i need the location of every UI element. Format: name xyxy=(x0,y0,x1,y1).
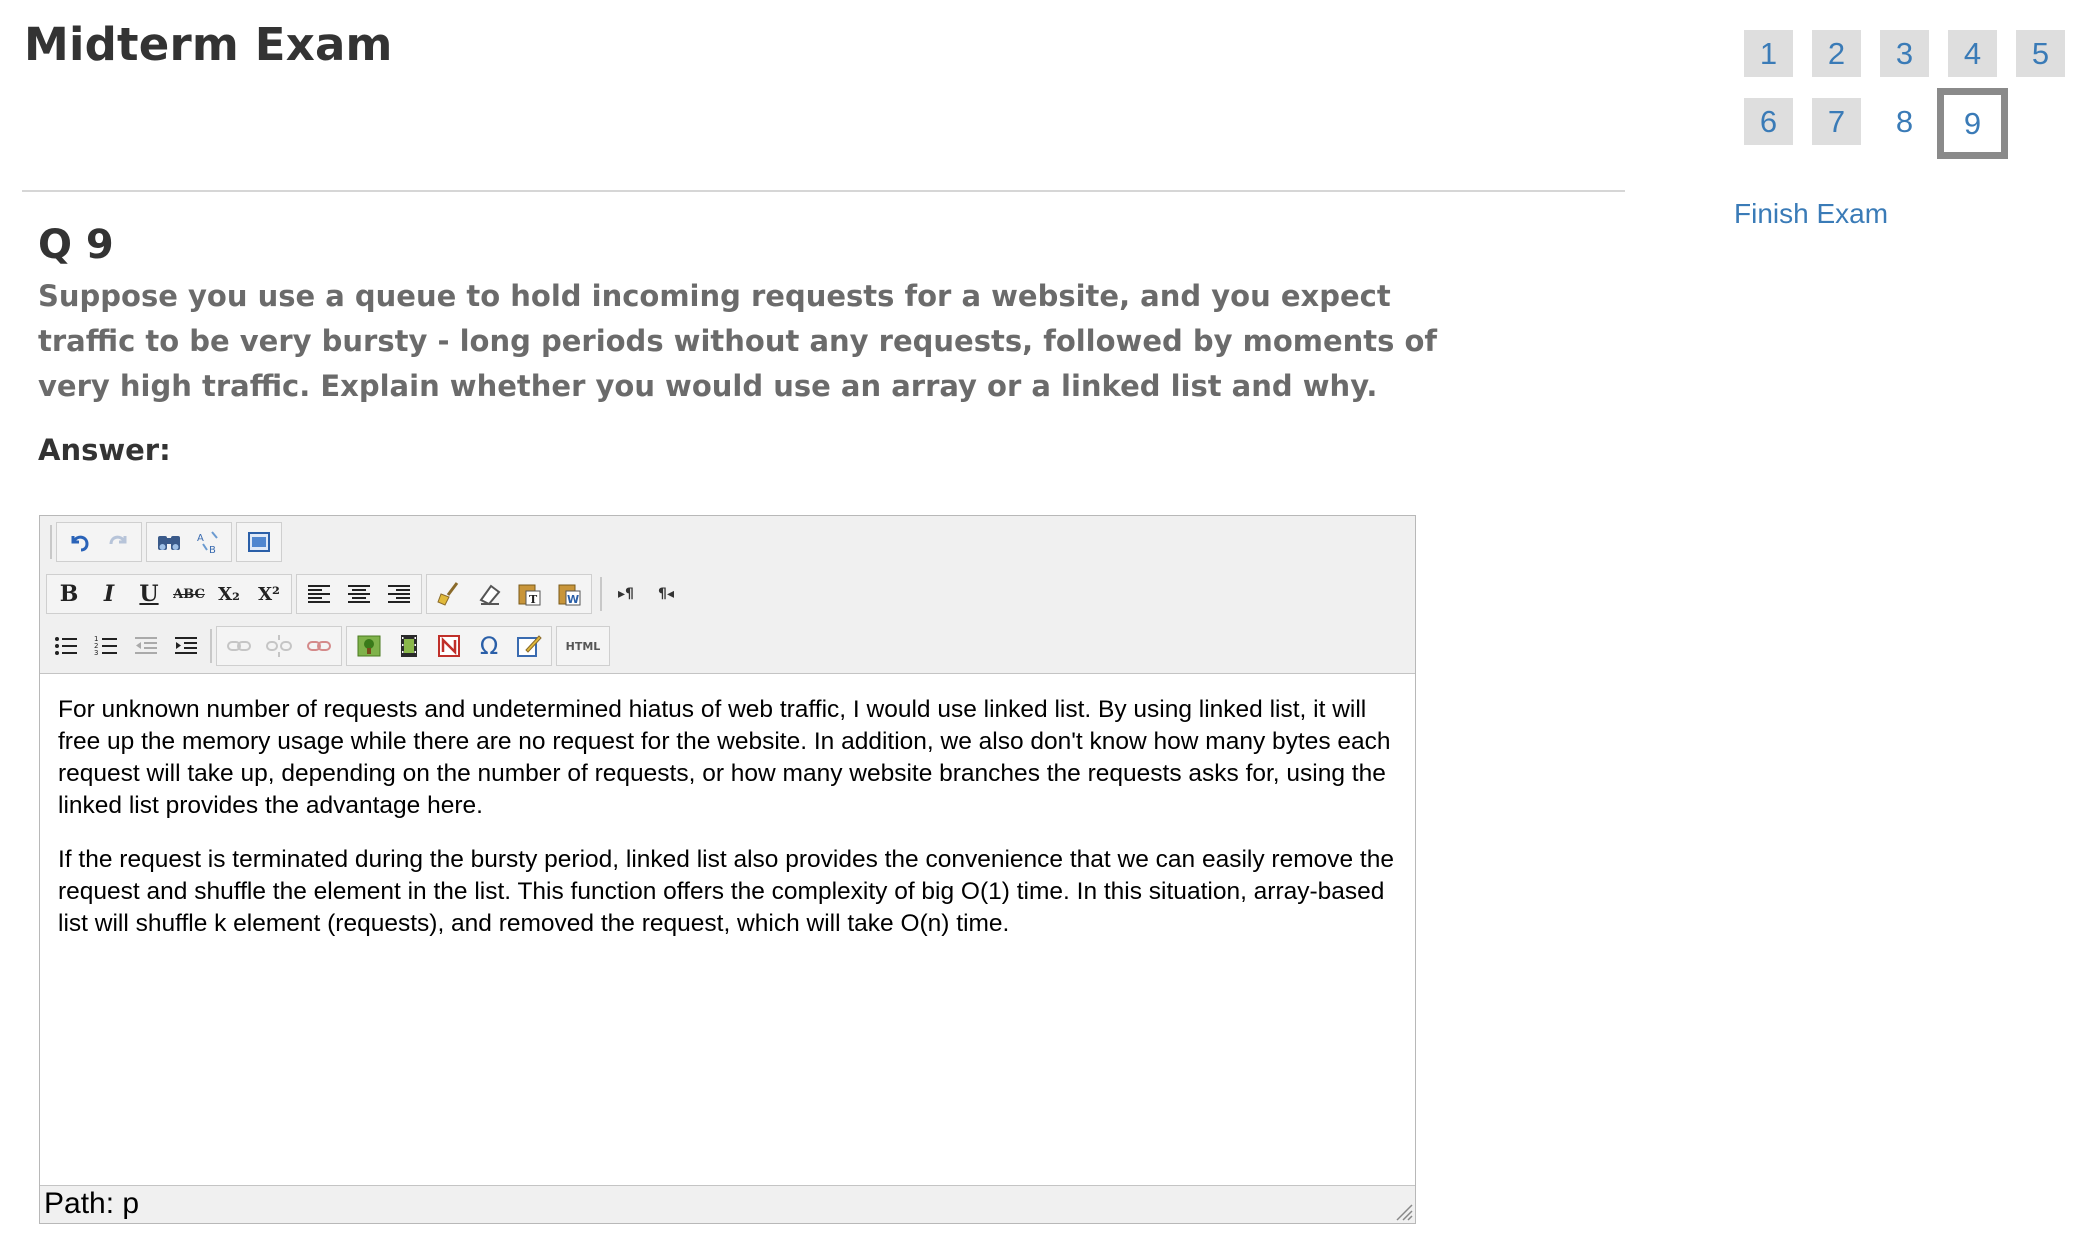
fullscreen-icon xyxy=(248,532,270,552)
undo-button[interactable] xyxy=(59,524,99,560)
undo-redo-group xyxy=(56,522,142,562)
answer-paragraph-1: For unknown number of requests and undet… xyxy=(58,696,1391,819)
remove-format-button[interactable] xyxy=(469,576,509,612)
italic-button[interactable]: I xyxy=(89,576,129,612)
svg-text:W: W xyxy=(567,593,579,606)
question-nav-5[interactable]: 5 xyxy=(2016,30,2065,77)
search-group: AB xyxy=(146,522,232,562)
nonbreaking-icon xyxy=(438,635,460,657)
answer-paragraph-2: If the request is terminated during the … xyxy=(58,846,1394,937)
paste-text-icon: T xyxy=(518,584,541,606)
rtl-direction-button[interactable]: ¶◂ xyxy=(646,576,686,612)
svg-text:3: 3 xyxy=(94,649,98,657)
html-source-button[interactable]: HTML xyxy=(559,628,607,664)
paste-word-icon: W xyxy=(558,584,581,606)
find-button[interactable] xyxy=(149,524,189,560)
unlink-icon xyxy=(266,635,292,657)
edit-icon xyxy=(517,635,542,657)
special-char-button[interactable]: Ω xyxy=(469,628,509,664)
editor-toolbar: AB B I U ABC X₂ X² T W ▸¶ ¶◂ 1 2 3 Ω HTM… xyxy=(40,516,1415,674)
underline-button[interactable]: U xyxy=(129,576,169,612)
question-text: Suppose you use a queue to hold incoming… xyxy=(38,279,1438,403)
film-icon xyxy=(401,635,417,657)
question-nav-6[interactable]: 6 xyxy=(1744,98,1793,145)
cleanup-button[interactable] xyxy=(429,576,469,612)
toolbar-separator xyxy=(600,577,602,611)
subscript-button[interactable]: X₂ xyxy=(209,576,249,612)
image-icon xyxy=(357,635,381,657)
outdent-button[interactable] xyxy=(126,628,166,664)
anchor-button[interactable] xyxy=(299,628,339,664)
unlink-button[interactable] xyxy=(259,628,299,664)
redo-icon xyxy=(109,535,127,545)
strikethrough-button[interactable]: ABC xyxy=(169,576,209,612)
insert-nonbreaking-button[interactable] xyxy=(429,628,469,664)
svg-text:T: T xyxy=(529,593,538,606)
undo-icon xyxy=(71,535,89,552)
align-left-button[interactable] xyxy=(299,576,339,612)
editor-path-bar: Path: p xyxy=(40,1185,1415,1223)
align-group xyxy=(296,574,422,614)
anchor-link-icon xyxy=(307,641,331,651)
align-center-button[interactable] xyxy=(339,576,379,612)
element-path: Path: p xyxy=(44,1187,140,1220)
outdent-icon xyxy=(135,637,157,654)
numbered-list-button[interactable]: 123 xyxy=(86,628,126,664)
indent-icon xyxy=(175,637,197,654)
numbered-list-icon: 123 xyxy=(94,635,117,657)
question-nav-3[interactable]: 3 xyxy=(1880,30,1929,77)
bullet-list-button[interactable] xyxy=(46,628,86,664)
align-center-icon xyxy=(348,585,370,603)
find-replace-icon: AB xyxy=(197,531,218,556)
link-icon xyxy=(227,641,251,651)
toolbar-separator xyxy=(50,525,52,559)
align-right-button[interactable] xyxy=(379,576,419,612)
replace-button[interactable]: AB xyxy=(189,524,229,560)
resize-handle-icon[interactable] xyxy=(1393,1201,1413,1221)
question-number: Q 9 xyxy=(38,222,114,268)
indent-button[interactable] xyxy=(166,628,206,664)
redo-button[interactable] xyxy=(99,524,139,560)
page-title: Midterm Exam xyxy=(24,18,393,71)
ltr-direction-button[interactable]: ▸¶ xyxy=(606,576,646,612)
fullscreen-group xyxy=(236,522,282,562)
question-nav-9-current[interactable]: 9 xyxy=(1937,88,2008,159)
bold-button[interactable]: B xyxy=(49,576,89,612)
link-group xyxy=(216,626,342,666)
question-nav-4[interactable]: 4 xyxy=(1948,30,1997,77)
edit-source-button[interactable] xyxy=(509,628,549,664)
insert-image-button[interactable] xyxy=(349,628,389,664)
broom-icon xyxy=(437,582,459,606)
question-nav-7[interactable]: 7 xyxy=(1812,98,1861,145)
paste-word-button[interactable]: W xyxy=(549,576,589,612)
html-group: HTML xyxy=(556,626,610,666)
insert-group: Ω xyxy=(346,626,552,666)
insert-link-button[interactable] xyxy=(219,628,259,664)
toolbar-separator xyxy=(210,629,212,663)
finish-exam-link[interactable]: Finish Exam xyxy=(1734,198,1888,230)
bullet-list-icon xyxy=(55,637,77,655)
binoculars-icon xyxy=(158,536,180,550)
clipboard-group: T W xyxy=(426,574,592,614)
fullscreen-button[interactable] xyxy=(239,524,279,560)
paste-text-button[interactable]: T xyxy=(509,576,549,612)
format-group: B I U ABC X₂ X² xyxy=(46,574,292,614)
rich-text-editor: AB B I U ABC X₂ X² T W ▸¶ ¶◂ 1 2 3 Ω HTM… xyxy=(39,515,1416,1224)
answer-content-area[interactable]: For unknown number of requests and undet… xyxy=(40,674,1415,1186)
eraser-icon xyxy=(479,584,501,606)
question-nav-1[interactable]: 1 xyxy=(1744,30,1793,77)
svg-text:B: B xyxy=(209,545,216,556)
svg-text:A: A xyxy=(197,533,204,544)
header-divider xyxy=(22,190,1625,192)
align-left-icon xyxy=(308,585,330,603)
answer-label: Answer: xyxy=(38,433,171,467)
align-right-icon xyxy=(388,585,410,603)
insert-media-button[interactable] xyxy=(389,628,429,664)
question-nav-2[interactable]: 2 xyxy=(1812,30,1861,77)
superscript-button[interactable]: X² xyxy=(249,576,289,612)
question-nav-8[interactable]: 8 xyxy=(1880,98,1929,145)
